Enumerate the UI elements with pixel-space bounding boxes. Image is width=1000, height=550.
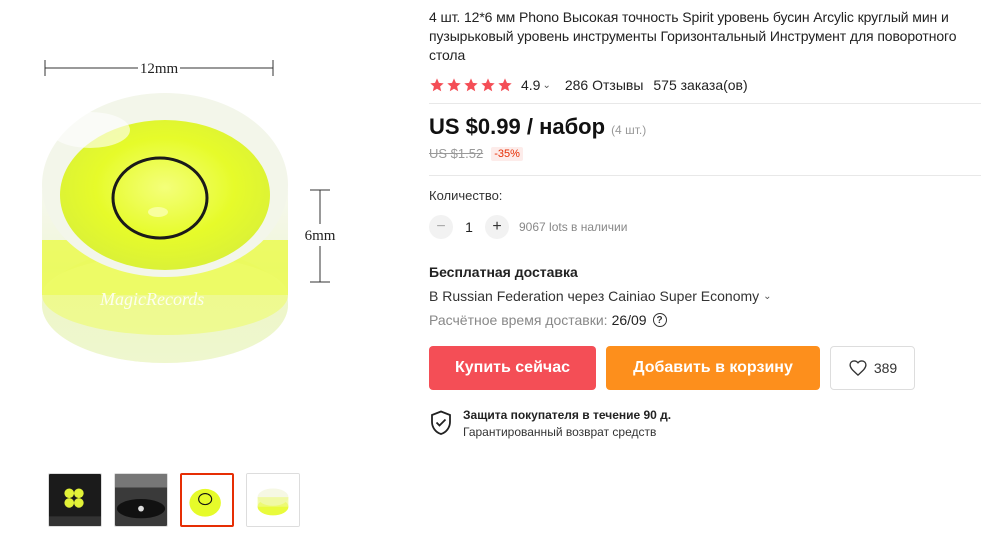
shipping-route-text[interactable]: В Russian Federation через Cainiao Super… xyxy=(429,288,759,304)
quantity-label: Количество: xyxy=(429,188,503,203)
add-to-cart-button[interactable]: Добавить в корзину xyxy=(606,346,820,390)
thumbnail-strip xyxy=(48,473,300,527)
rating-row: 4.9 ⌄ 286 Отзывы 575 заказа(ов) xyxy=(429,75,981,95)
bubble-level-illustration: 12mm 6mm MagicRecords xyxy=(42,58,338,363)
watermark: MagicRecords xyxy=(99,289,204,309)
price-row: US $0.99 / набор (4 шт.) xyxy=(429,114,981,140)
quantity-value[interactable]: 1 xyxy=(453,219,485,235)
delivery-estimate-label: Расчётное время доставки: xyxy=(429,312,608,328)
chevron-down-icon[interactable]: ⌄ xyxy=(542,80,550,91)
thumbnail-1[interactable] xyxy=(48,473,102,527)
protection-subtitle: Гарантированный возврат средств xyxy=(463,425,657,439)
stock-status: 9067 lots в наличии xyxy=(519,220,628,234)
star-icon xyxy=(498,78,512,92)
delivery-estimate: Расчётное время доставки: 26/09 ? xyxy=(429,312,981,328)
action-buttons: Купить сейчас Добавить в корзину 389 xyxy=(429,346,981,390)
thumbnail-4[interactable] xyxy=(246,473,300,527)
product-gallery: 12mm 6mm MagicRecords xyxy=(0,0,400,550)
star-icon xyxy=(430,78,444,92)
quantity-stepper: − 1 + 9067 lots в наличии xyxy=(429,215,981,239)
divider xyxy=(429,175,981,176)
divider xyxy=(429,103,981,104)
shipping-title: Бесплатная доставка xyxy=(429,264,578,280)
heart-icon xyxy=(849,360,867,376)
reviews-link[interactable]: 286 Отзывы xyxy=(565,77,644,93)
star-icon xyxy=(464,78,478,92)
wishlist-count: 389 xyxy=(873,360,898,376)
quantity-plus-button[interactable]: + xyxy=(485,215,509,239)
buyer-protection: Защита покупателя в течение 90 д. Гарант… xyxy=(429,408,981,439)
protection-title: Защита покупателя в течение 90 д. xyxy=(463,408,672,422)
delivery-date: 26/09 xyxy=(611,312,647,328)
product-title: 4 шт. 12*6 мм Phono Высокая точность Spi… xyxy=(429,9,957,63)
chevron-down-icon[interactable]: ⌄ xyxy=(763,291,771,302)
orders-count: 575 заказа(ов) xyxy=(653,77,748,93)
star-icon xyxy=(447,78,461,92)
product-info: 4 шт. 12*6 мм Phono Высокая точность Spi… xyxy=(429,8,981,439)
buy-now-button[interactable]: Купить сейчас xyxy=(429,346,596,390)
thumbnail-3[interactable] xyxy=(180,473,234,527)
old-price: US $1.52 xyxy=(429,146,484,161)
question-icon[interactable]: ? xyxy=(652,313,667,327)
discount-badge: -35% xyxy=(491,146,523,161)
height-label: 6mm xyxy=(305,228,336,244)
star-rating xyxy=(429,77,513,93)
quantity-minus-button[interactable]: − xyxy=(429,215,453,239)
star-icon xyxy=(481,78,495,92)
unit-note: (4 шт.) xyxy=(611,123,647,137)
width-label: 12mm xyxy=(140,61,179,77)
shield-check-icon xyxy=(431,410,451,435)
old-price-row: US $1.52 -35% xyxy=(429,146,981,161)
wishlist-button[interactable]: 389 xyxy=(830,346,915,390)
thumbnail-2[interactable] xyxy=(114,473,168,527)
rating-value[interactable]: 4.9 xyxy=(521,77,540,93)
shipping-route[interactable]: В Russian Federation через Cainiao Super… xyxy=(429,288,981,304)
main-product-image[interactable]: 12mm 6mm MagicRecords xyxy=(30,40,360,440)
current-price: US $0.99 / набор xyxy=(429,114,606,139)
